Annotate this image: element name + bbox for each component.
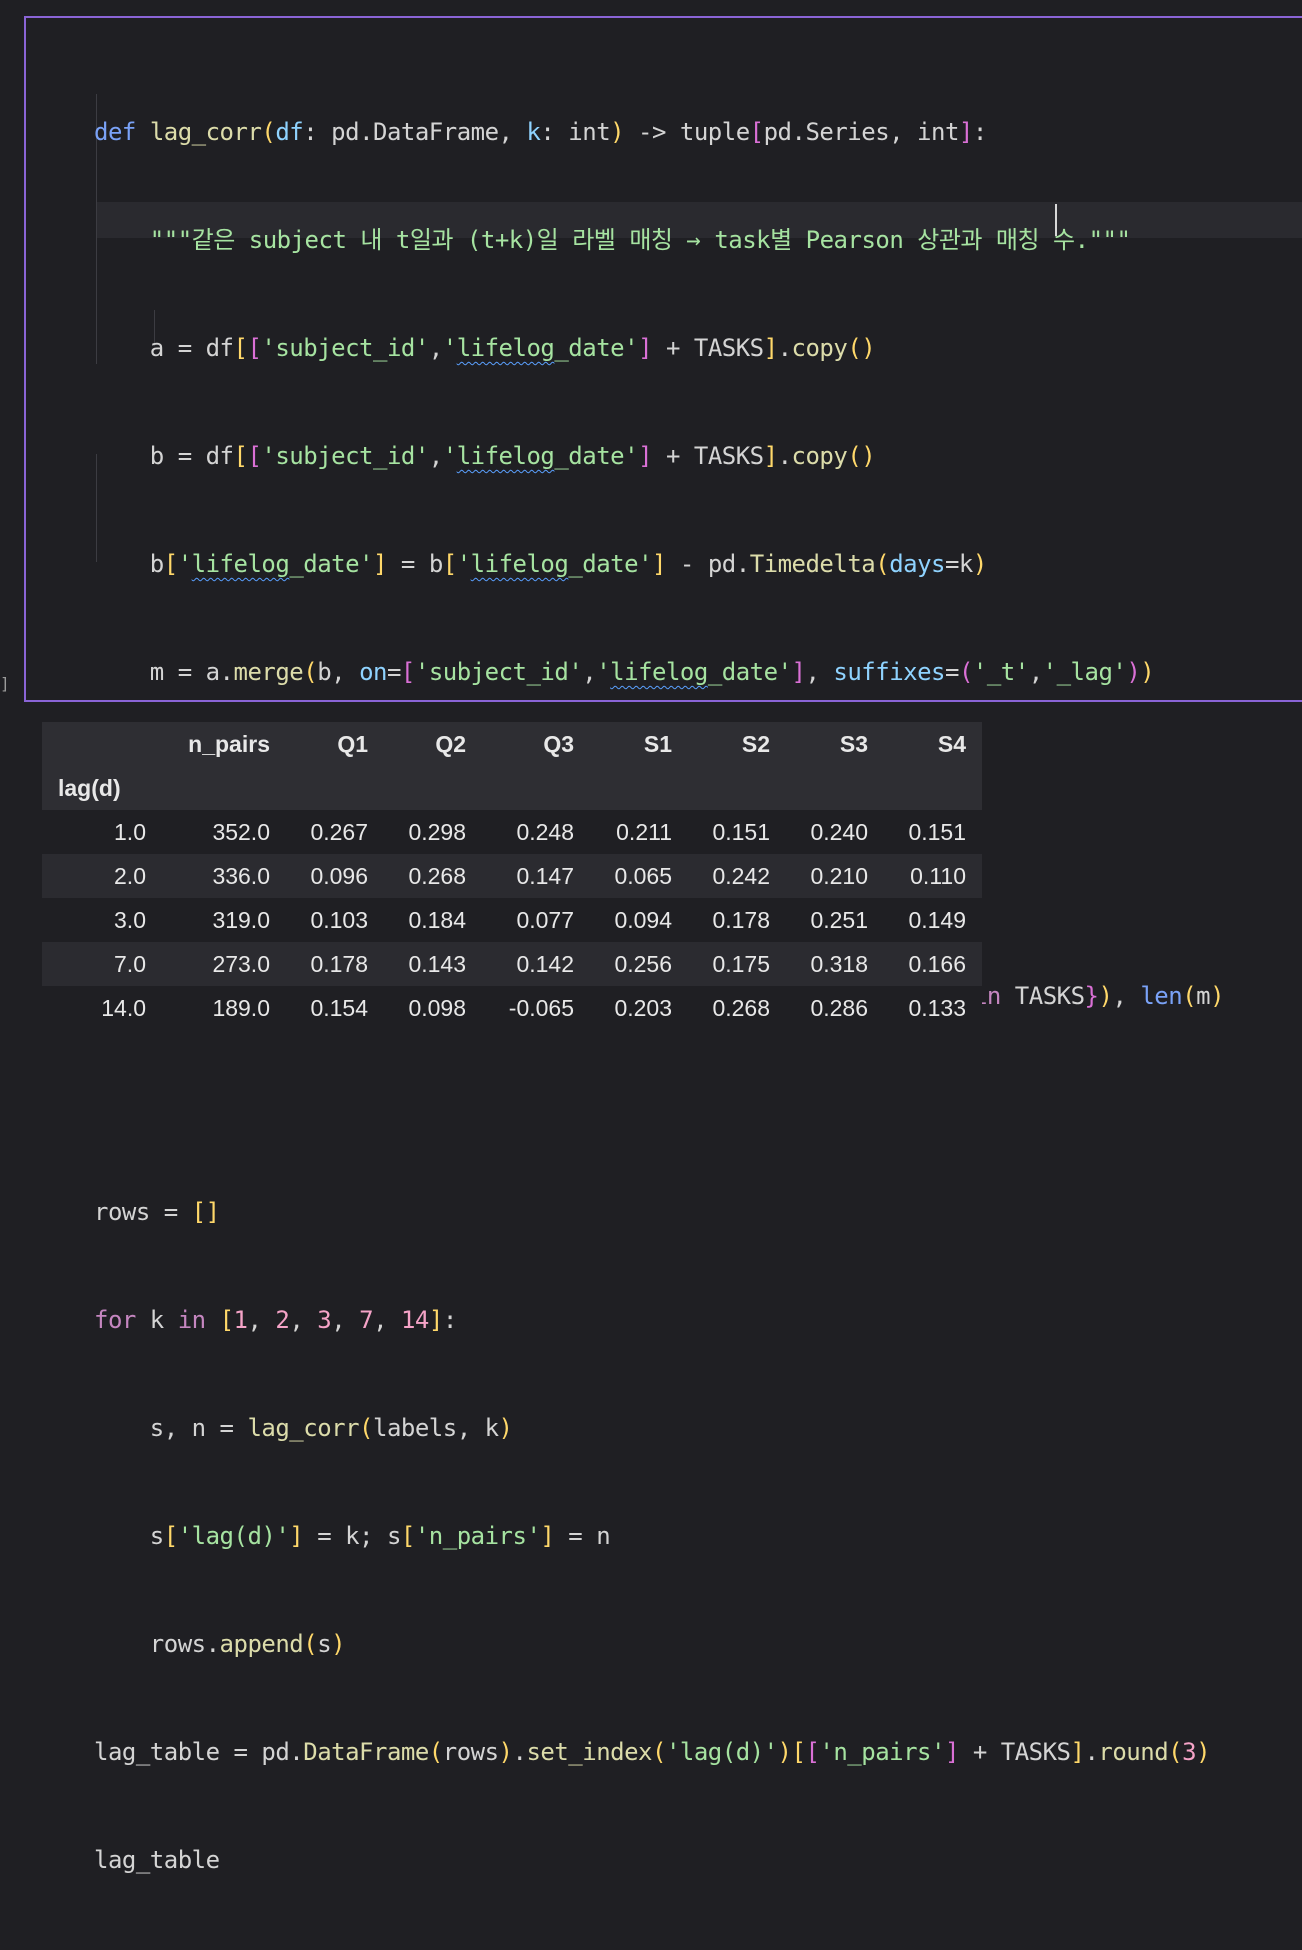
column-header: S3 [786, 722, 884, 766]
table-cell: 0.268 [384, 854, 482, 898]
table-cell: 273.0 [162, 942, 286, 986]
table-cell: 189.0 [162, 986, 286, 1030]
table-cell: 0.143 [384, 942, 482, 986]
row-index: 3.0 [42, 898, 162, 942]
table-cell: 0.166 [884, 942, 982, 986]
row-index: 2.0 [42, 854, 162, 898]
table-cell: 0.142 [482, 942, 590, 986]
column-header: S2 [688, 722, 786, 766]
cell-output: n_pairs Q1 Q2 Q3 S1 S2 S3 S4 lag(d) 1.0 … [42, 722, 982, 1030]
table-cell: 0.211 [590, 810, 688, 854]
table-cell: 0.103 [286, 898, 384, 942]
column-header: S1 [590, 722, 688, 766]
column-header: n_pairs [162, 722, 286, 766]
code-line: rows = [] [94, 1198, 220, 1226]
code-line: s['lag(d)'] = k; s['n_pairs'] = n [94, 1522, 611, 1550]
table-cell: 336.0 [162, 854, 286, 898]
code-line: b['lifelog_date'] = b['lifelog_date'] - … [94, 550, 988, 578]
code-line: s, n = lag_corr(labels, k) [94, 1414, 513, 1442]
code-line: b = df[['subject_id','lifelog_date'] + T… [94, 442, 876, 470]
table-header-row: n_pairs Q1 Q2 Q3 S1 S2 S3 S4 [42, 722, 982, 766]
table-cell: 0.298 [384, 810, 482, 854]
table-cell: 0.151 [884, 810, 982, 854]
code-line: """같은 subject 내 t일과 (t+k)일 라벨 매칭 → task별… [149, 226, 1131, 254]
table-cell: 0.184 [384, 898, 482, 942]
column-header: Q2 [384, 722, 482, 766]
table-cell: 0.094 [590, 898, 688, 942]
row-index: 14.0 [42, 986, 162, 1030]
table-cell: 0.154 [286, 986, 384, 1030]
table-cell: 0.242 [688, 854, 786, 898]
table-cell: 0.077 [482, 898, 590, 942]
row-index: 1.0 [42, 810, 162, 854]
table-row: 3.0 319.0 0.103 0.184 0.077 0.094 0.178 … [42, 898, 982, 942]
code-line: a = df[['subject_id','lifelog_date'] + T… [94, 334, 876, 362]
table-cell: 319.0 [162, 898, 286, 942]
table-cell: 0.203 [590, 986, 688, 1030]
table-cell: 0.133 [884, 986, 982, 1030]
code-line: lag_table [94, 1846, 220, 1874]
table-row: 7.0 273.0 0.178 0.143 0.142 0.256 0.175 … [42, 942, 982, 986]
index-name-row: lag(d) [42, 766, 982, 810]
table-cell: 0.318 [786, 942, 884, 986]
code-cell[interactable]: def lag_corr(df: pd.DataFrame, k: int) -… [24, 16, 1302, 1874]
table-cell: 0.268 [688, 986, 786, 1030]
row-index: 7.0 [42, 942, 162, 986]
table-cell: 0.267 [286, 810, 384, 854]
index-name: lag(d) [42, 766, 162, 810]
execution-count-marker: ] [0, 674, 10, 693]
column-header: Q1 [286, 722, 384, 766]
table-cell: 0.147 [482, 854, 590, 898]
table-cell: 0.178 [688, 898, 786, 942]
table-cell: 0.248 [482, 810, 590, 854]
table-cell: 0.286 [786, 986, 884, 1030]
table-cell: 0.251 [786, 898, 884, 942]
corner-cell [42, 722, 162, 766]
index-row-filler [162, 766, 982, 810]
table-cell: 352.0 [162, 810, 286, 854]
table-cell: 0.240 [786, 810, 884, 854]
table-cell: 0.151 [688, 810, 786, 854]
column-header: Q3 [482, 722, 590, 766]
table-cell: 0.178 [286, 942, 384, 986]
code-line: for k in [1, 2, 3, 7, 14]: [94, 1306, 457, 1334]
table-row: 2.0 336.0 0.096 0.268 0.147 0.065 0.242 … [42, 854, 982, 898]
table-cell: 0.210 [786, 854, 884, 898]
table-cell: 0.098 [384, 986, 482, 1030]
table-row: 14.0 189.0 0.154 0.098 -0.065 0.203 0.26… [42, 986, 982, 1030]
table-cell: 0.096 [286, 854, 384, 898]
code-line: lag_table = pd.DataFrame(rows).set_index… [94, 1738, 1211, 1766]
table-cell: 0.149 [884, 898, 982, 942]
column-header: S4 [884, 722, 982, 766]
dataframe-table: n_pairs Q1 Q2 Q3 S1 S2 S3 S4 lag(d) 1.0 … [42, 722, 982, 1030]
table-cell: 0.110 [884, 854, 982, 898]
code-line: def lag_corr(df: pd.DataFrame, k: int) -… [94, 118, 987, 146]
table-cell: -0.065 [482, 986, 590, 1030]
code-line: m = a.merge(b, on=['subject_id','lifelog… [94, 658, 1155, 686]
table-cell: 0.256 [590, 942, 688, 986]
code-line: rows.append(s) [94, 1630, 346, 1658]
table-row: 1.0 352.0 0.267 0.298 0.248 0.211 0.151 … [42, 810, 982, 854]
table-cell: 0.175 [688, 942, 786, 986]
table-cell: 0.065 [590, 854, 688, 898]
